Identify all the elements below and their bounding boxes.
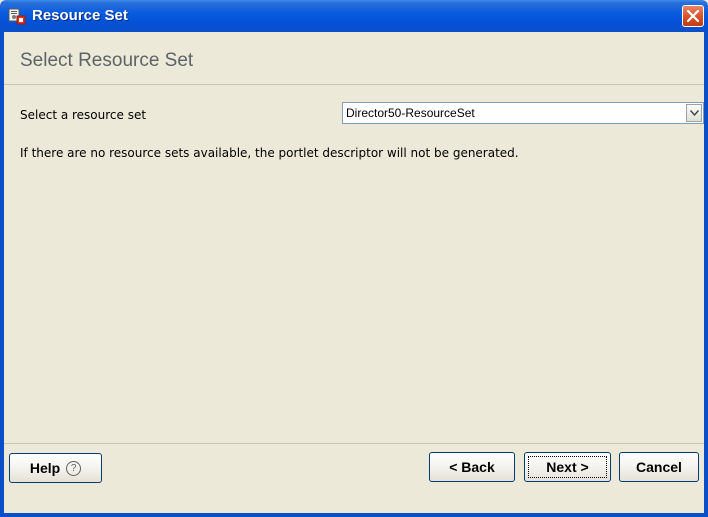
info-message: If there are no resource sets available,… [20,146,519,160]
resource-set-icon [8,7,26,25]
back-button[interactable]: < Back [429,452,515,482]
dropdown-button[interactable] [686,104,702,122]
close-button[interactable] [682,5,704,27]
focus-ring [528,456,607,478]
cancel-button[interactable]: Cancel [619,452,699,482]
resource-set-label: Select a resource set [20,108,147,122]
page-header: Select Resource Set [4,32,704,84]
window-border-right [704,32,708,517]
button-bar: Help? < Back Next > Cancel [4,444,704,513]
window-title: Resource Set [32,7,128,24]
chevron-down-icon [690,110,699,116]
help-button-label: Help [29,460,61,476]
page-title: Select Resource Set [20,50,194,71]
close-icon [687,10,699,22]
window-border-bottom [0,513,708,517]
next-button[interactable]: Next > [524,452,611,482]
help-button[interactable]: Help? [9,453,102,483]
content-panel: Select a resource set Director50-Resourc… [4,85,704,443]
question-circle-icon: ? [66,460,82,476]
resource-set-selected-value: Director50-ResourceSet [346,106,475,120]
title-bar[interactable]: Resource Set [0,0,708,32]
resource-set-select[interactable]: Director50-ResourceSet [342,102,704,124]
resource-set-dialog: Resource Set Select Resource Set Select … [0,0,708,517]
